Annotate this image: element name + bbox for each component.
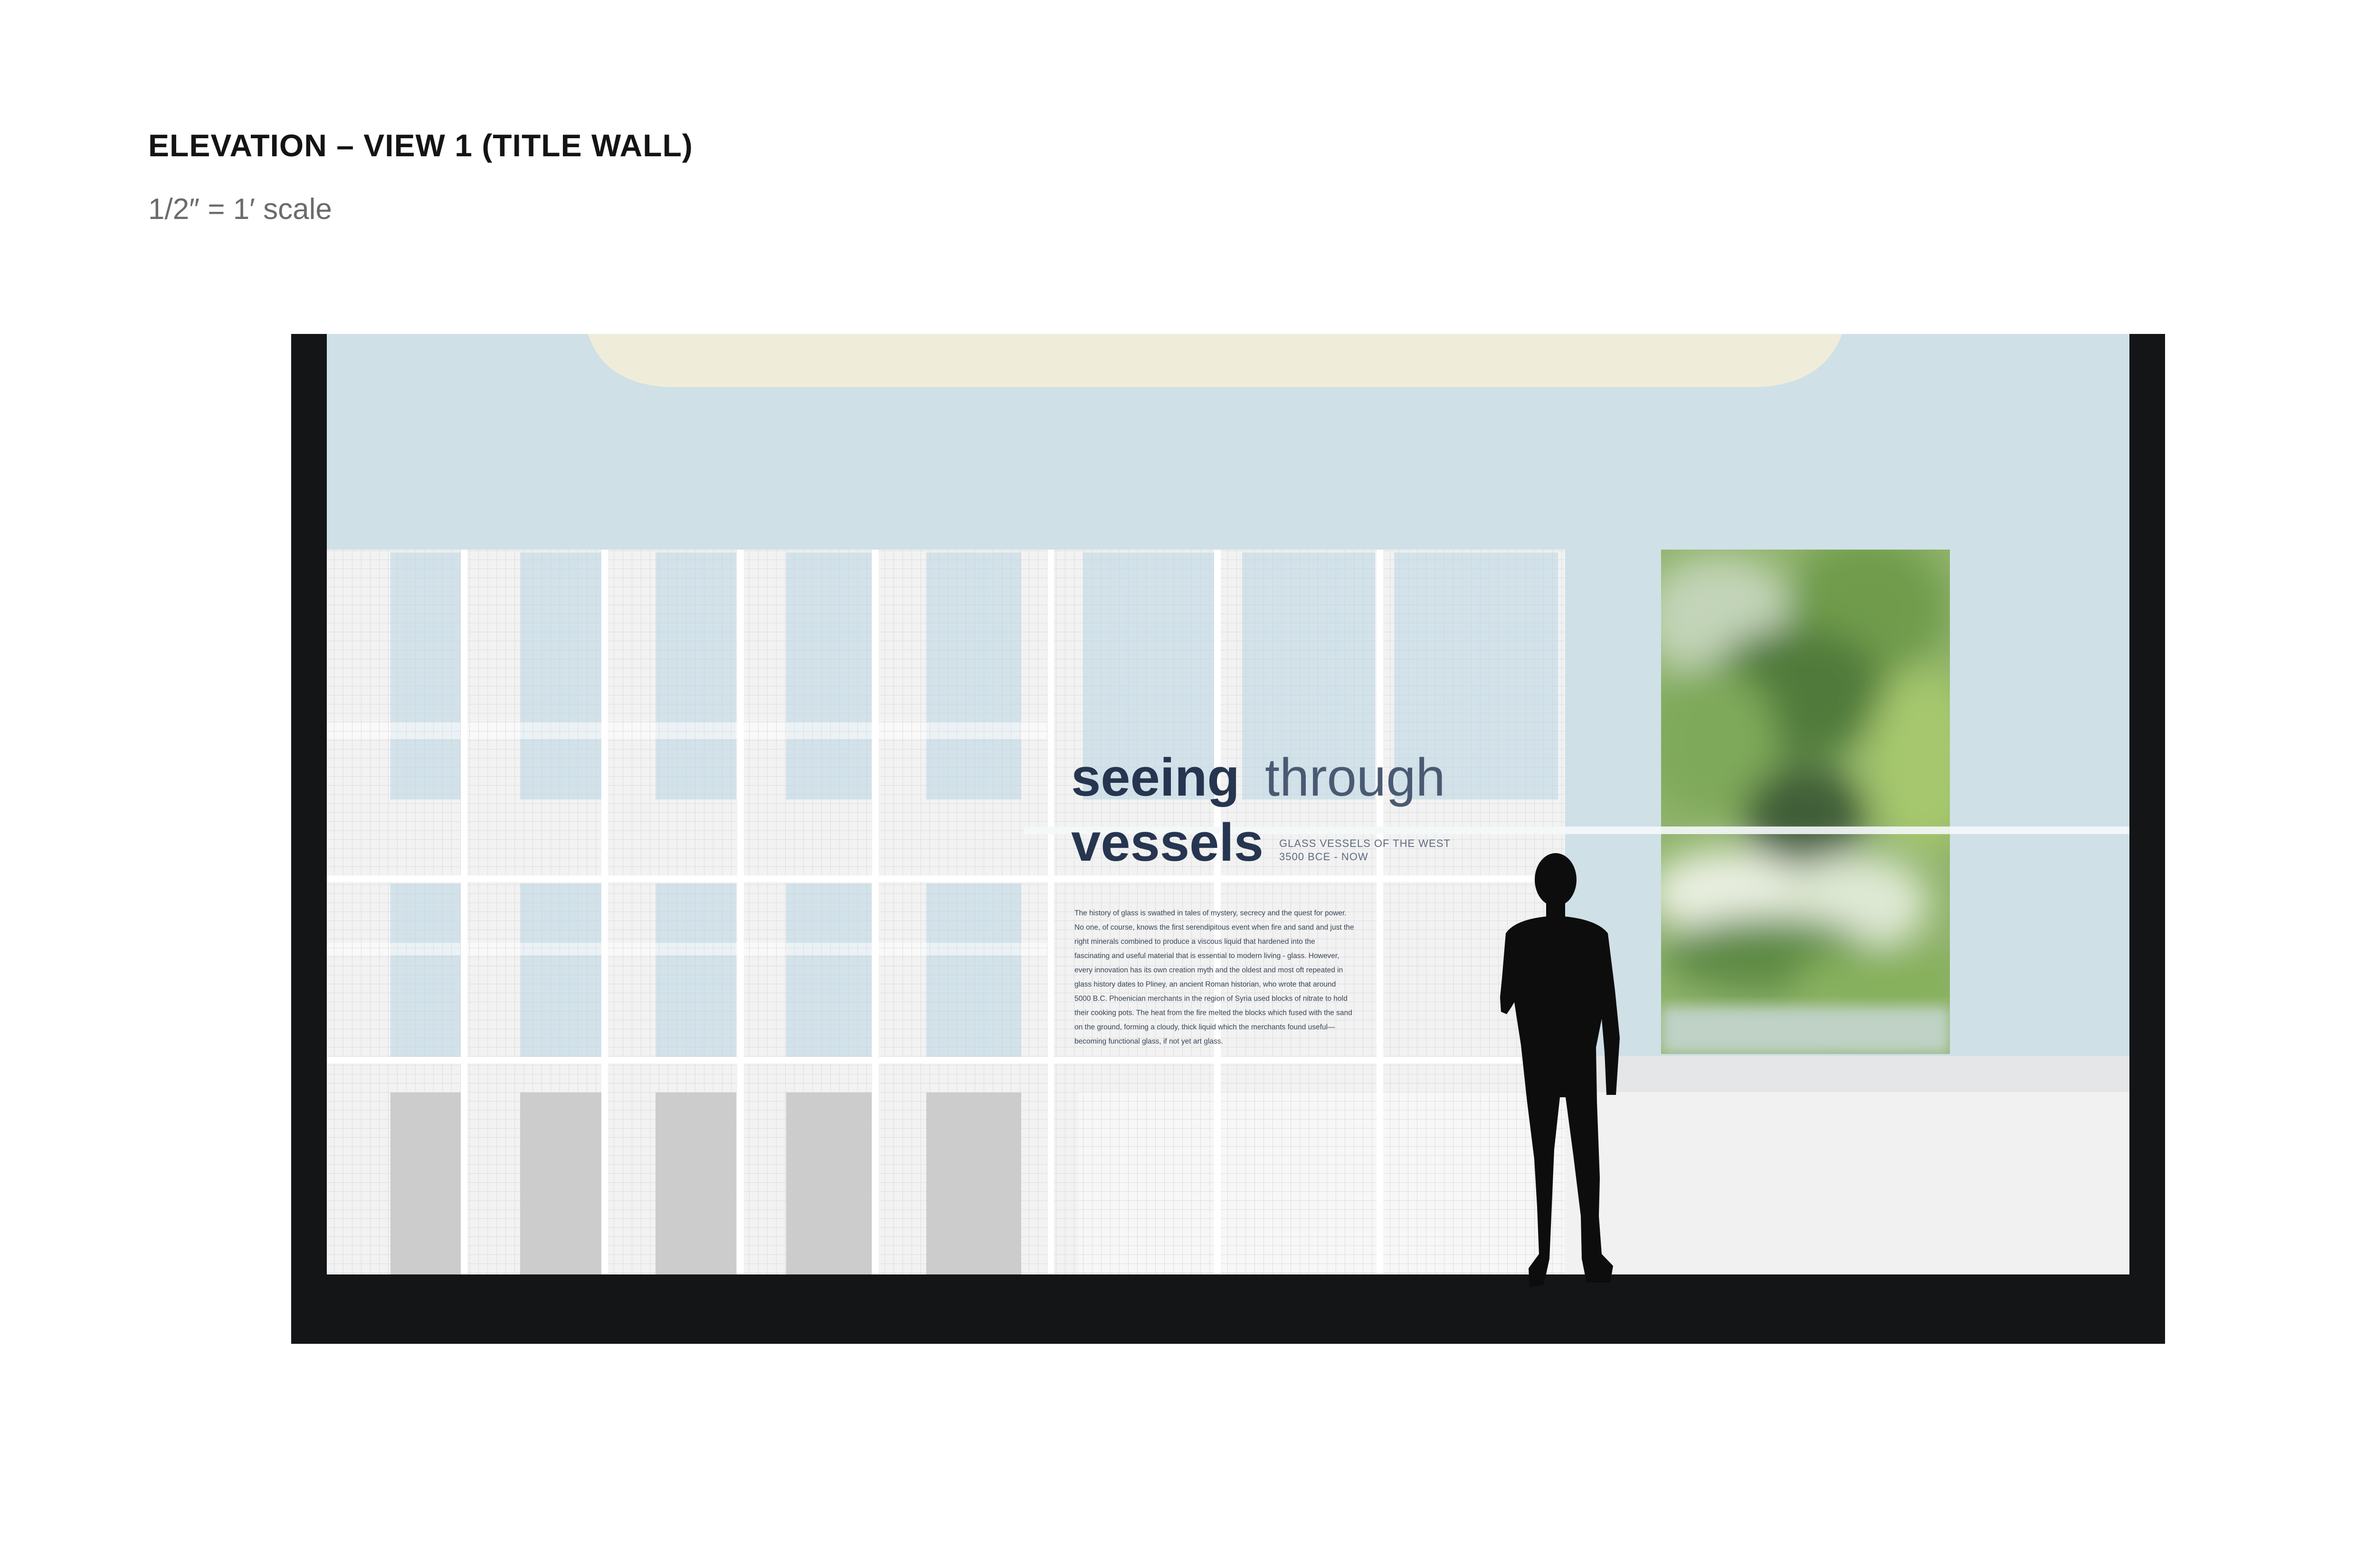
body-line: No one, of course, knows the first seren…	[1074, 923, 1354, 931]
body-line: fascinating and useful material that is …	[1074, 952, 1339, 960]
body-line: glass history dates to Pliney, an ancien…	[1074, 980, 1336, 988]
body-line: The history of glass is swathed in tales…	[1074, 909, 1347, 917]
body-line: every innovation has its own creation my…	[1074, 966, 1343, 974]
display-counter	[1563, 1056, 2129, 1274]
headline-second-line: vessels	[1071, 813, 1264, 872]
body-line: 5000 B.C. Phoenician merchants in the re…	[1074, 995, 1348, 1003]
subtitle-line-2: 3500 BCE - NOW	[1279, 851, 1368, 863]
body-line: their cooking pots. The heat from the fi…	[1074, 1009, 1352, 1017]
headline-light-word: through	[1265, 748, 1445, 807]
body-line: right minerals combined to produce a vis…	[1074, 938, 1315, 946]
body-line: becoming functional glass, if not yet ar…	[1074, 1037, 1223, 1045]
panel-wall	[327, 550, 1565, 1274]
body-line: on the ground, forming a cloudy, thick l…	[1074, 1023, 1335, 1031]
headline-bold-word: seeing	[1071, 748, 1240, 807]
subtitle-line-1: GLASS VESSELS OF THE WEST	[1279, 837, 1451, 849]
elevation-drawing: seeing through vessels GLASS VESSELS OF …	[291, 334, 2165, 1344]
plant-photo-panel	[1661, 550, 1950, 1054]
ceiling-cove	[588, 334, 1842, 387]
